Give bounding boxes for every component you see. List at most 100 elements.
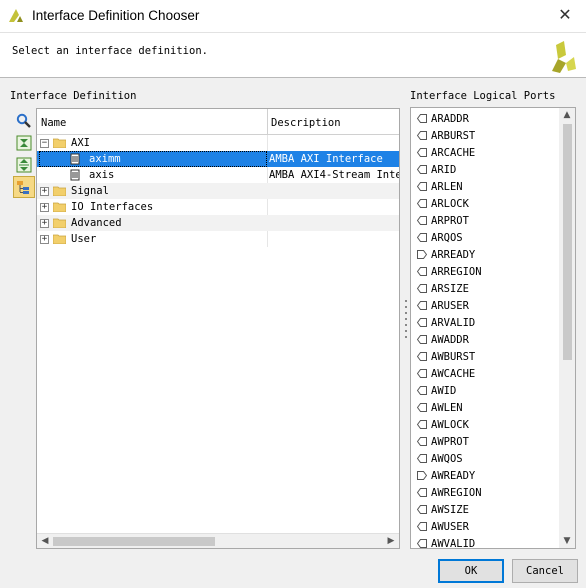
scrollbar-thumb[interactable] — [563, 124, 572, 360]
input-port-icon — [417, 284, 427, 293]
input-port-icon — [417, 233, 427, 242]
expand-icon[interactable]: + — [40, 219, 49, 228]
port-item[interactable]: ARLOCK — [413, 195, 559, 212]
input-port-icon — [417, 301, 427, 310]
port-item[interactable]: ARID — [413, 161, 559, 178]
tree-row-user[interactable]: + User — [37, 231, 399, 247]
tree-label: axis — [89, 169, 115, 181]
port-label: AWREGION — [431, 487, 482, 499]
splitter-grip-icon[interactable] — [405, 300, 407, 338]
scrollbar-thumb[interactable] — [53, 537, 215, 546]
port-label: AWREADY — [431, 470, 476, 482]
folder-icon — [53, 202, 66, 212]
tree-label: AXI — [71, 137, 90, 149]
logical-ports-list[interactable]: ARADDR ARBURST ARCACHE ARID ARLEN ARLOCK ARPRO… — [410, 107, 576, 549]
dialog-header: Select an interface definition. — [0, 32, 586, 78]
port-label: ARSIZE — [431, 283, 469, 295]
port-item[interactable]: ARUSER — [413, 297, 559, 314]
input-port-icon — [417, 539, 427, 548]
port-item[interactable]: AWREADY — [413, 467, 559, 484]
port-label: ARADDR — [431, 113, 469, 125]
port-item[interactable]: ARPROT — [413, 212, 559, 229]
tree-row-aximm[interactable]: aximm AMBA AXI Interface — [37, 151, 399, 167]
search-icon[interactable] — [13, 110, 35, 132]
scroll-up-icon[interactable]: ▲ — [561, 109, 573, 121]
scroll-right-icon[interactable]: ▶ — [385, 535, 397, 547]
tree-description: AMBA AXI Interface — [269, 153, 383, 165]
tree-label: Advanced — [71, 217, 122, 229]
ok-button[interactable]: OK — [438, 559, 504, 583]
tree-row-signal[interactable]: + Signal — [37, 183, 399, 199]
input-port-icon — [417, 352, 427, 361]
vertical-scrollbar[interactable]: ▲ ▼ — [559, 108, 575, 548]
port-label: ARLOCK — [431, 198, 469, 210]
port-item[interactable]: AWQOS — [413, 450, 559, 467]
port-item[interactable]: AWLEN — [413, 399, 559, 416]
port-label: AWPROT — [431, 436, 469, 448]
port-item[interactable]: AWSIZE — [413, 501, 559, 518]
port-item[interactable]: ARBURST — [413, 127, 559, 144]
port-item[interactable]: ARSIZE — [413, 280, 559, 297]
brand-logo-icon — [552, 41, 576, 73]
horizontal-scrollbar[interactable]: ◀ ▶ — [37, 533, 399, 548]
port-item[interactable]: ARLEN — [413, 178, 559, 195]
interface-logical-ports-label: Interface Logical Ports — [410, 90, 556, 102]
input-port-icon — [417, 386, 427, 395]
folder-icon — [53, 186, 66, 196]
port-item[interactable]: AWPROT — [413, 433, 559, 450]
close-icon[interactable]: ✕ — [556, 6, 574, 24]
port-item[interactable]: ARREADY — [413, 246, 559, 263]
scroll-left-icon[interactable]: ◀ — [39, 535, 51, 547]
port-label: ARREADY — [431, 249, 476, 261]
input-port-icon — [417, 335, 427, 344]
collapse-icon[interactable]: − — [40, 139, 49, 148]
app-logo-icon — [9, 9, 23, 22]
port-item[interactable]: ARADDR — [413, 110, 559, 127]
port-label: ARLEN — [431, 181, 463, 193]
port-item[interactable]: ARREGION — [413, 263, 559, 280]
port-item[interactable]: AWCACHE — [413, 365, 559, 382]
tree-row-axis[interactable]: axis AMBA AXI4-Stream Inter — [37, 167, 399, 183]
input-port-icon — [417, 318, 427, 327]
port-item[interactable]: AWADDR — [413, 331, 559, 348]
port-label: AWLOCK — [431, 419, 469, 431]
column-header-description[interactable]: Description — [271, 117, 341, 129]
expand-icon[interactable]: + — [40, 203, 49, 212]
output-port-icon — [417, 250, 427, 259]
port-item[interactable]: AWBURST — [413, 348, 559, 365]
port-item[interactable]: AWVALID — [413, 535, 559, 549]
port-label: AWVALID — [431, 538, 476, 549]
expand-all-icon[interactable] — [13, 154, 35, 176]
port-item[interactable]: AWID — [413, 382, 559, 399]
port-label: ARVALID — [431, 317, 476, 329]
expand-icon[interactable]: + — [40, 187, 49, 196]
cancel-button[interactable]: Cancel — [512, 559, 578, 583]
port-item[interactable]: AWUSER — [413, 518, 559, 535]
port-item[interactable]: ARCACHE — [413, 144, 559, 161]
input-port-icon — [417, 114, 427, 123]
hierarchy-view-icon[interactable] — [13, 176, 35, 198]
collapse-all-icon[interactable] — [13, 132, 35, 154]
scroll-down-icon[interactable]: ▼ — [561, 535, 573, 547]
input-port-icon — [417, 216, 427, 225]
output-port-icon — [417, 471, 427, 480]
port-label: ARCACHE — [431, 147, 476, 159]
port-item[interactable]: ARQOS — [413, 229, 559, 246]
column-header-name[interactable]: Name — [41, 117, 66, 129]
input-port-icon — [417, 148, 427, 157]
interface-definition-tree[interactable]: Name Description − AXI aximm AMBA AXI In… — [36, 108, 400, 549]
expand-icon[interactable]: + — [40, 235, 49, 244]
input-port-icon — [417, 403, 427, 412]
port-item[interactable]: AWREGION — [413, 484, 559, 501]
tree-row-advanced[interactable]: + Advanced — [37, 215, 399, 231]
tree-description: AMBA AXI4-Stream Inter — [269, 169, 400, 181]
tree-row-io-interfaces[interactable]: + IO Interfaces — [37, 199, 399, 215]
port-item[interactable]: ARVALID — [413, 314, 559, 331]
tree-row-axi[interactable]: − AXI — [37, 135, 399, 151]
tree-header: Name Description — [37, 109, 399, 135]
interface-icon — [70, 153, 80, 165]
folder-icon — [53, 138, 66, 148]
port-item[interactable]: AWLOCK — [413, 416, 559, 433]
port-label: AWQOS — [431, 453, 463, 465]
tree-label: User — [71, 233, 97, 245]
